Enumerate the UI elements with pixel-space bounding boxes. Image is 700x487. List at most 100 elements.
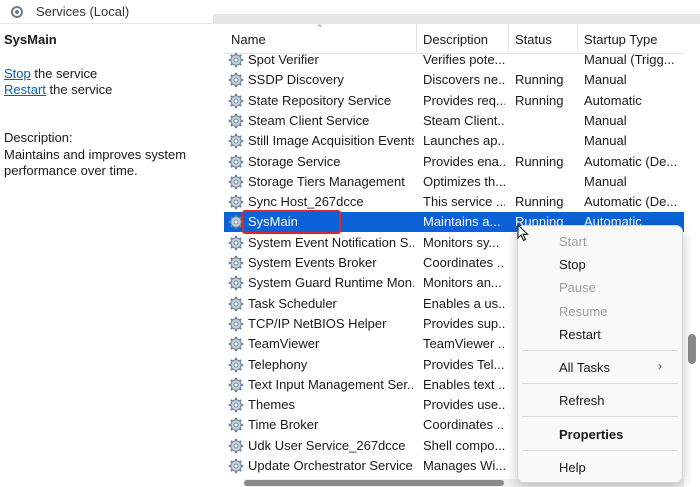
description-text: Maintains and improves system performanc… [4,147,187,178]
menu-separator [522,383,678,384]
menu-item-stop[interactable]: Stop [559,257,586,272]
gear-icon [228,397,244,413]
gear-icon [228,418,244,433]
restart-service-link[interactable]: Restart [4,82,46,97]
selected-service-name: SysMain [4,32,57,47]
services-icon [11,6,23,18]
menu-item-pause[interactable]: Pause [559,280,596,295]
gear-icon [228,357,244,372]
stop-suffix: the service [30,66,98,81]
service-name: Storage Service [248,153,341,169]
column-divider[interactable] [577,24,578,52]
gear-icon [228,255,244,271]
column-header-startup-type[interactable]: Startup Type [584,32,657,47]
gear-icon [228,154,244,169]
menu-item-restart[interactable]: Restart [559,327,601,342]
service-description: Manages Wi... [423,458,505,473]
description-label: Description: [4,130,73,145]
service-name: Sync Host_267dcce [248,194,364,210]
service-name: System Event Notification S... [248,234,414,250]
service-description: Enables a us... [423,295,505,311]
column-divider[interactable] [508,24,509,52]
service-name: Storage Tiers Management [248,173,405,189]
title-bar: Services (Local) [0,0,700,24]
service-status: Running [515,72,564,88]
gear-icon [228,73,244,88]
chevron-right-icon: › [658,359,662,373]
gear-icon [228,458,244,474]
service-status: Running [515,153,564,169]
service-description: Steam Client... [423,112,505,128]
service-description: Maintains a... [423,214,501,230]
stop-service-link[interactable]: Stop [4,66,31,81]
gear-icon [228,276,244,291]
gear-icon [228,377,244,392]
service-row[interactable]: Steam Client Service Steam Client... Manua… [224,111,684,131]
service-row[interactable]: Storage Service Provides ena... Running Aut… [224,152,684,172]
column-header-description[interactable]: Description [423,32,488,47]
service-description: Coordinates ... [423,417,505,433]
mouse-cursor-icon [517,224,529,242]
horizontal-scroll-thumb[interactable] [244,480,504,486]
menu-item-properties[interactable]: Properties [559,427,623,442]
vertical-scroll-thumb[interactable] [688,334,696,364]
service-description: Provides sup... [423,315,505,331]
service-description: Provides ena... [423,153,505,169]
column-header-status[interactable]: Status [515,32,552,47]
menu-item-refresh[interactable]: Refresh [559,393,605,408]
service-row[interactable]: Spot Verifier Verifies pote... Manual (Tri… [224,50,684,70]
menu-item-resume[interactable]: Resume [559,304,607,319]
service-description: Enables text ... [423,376,505,392]
title-band [213,14,700,24]
restart-action-line: Restart the service [4,82,112,97]
stop-action-line: Stop the service [4,66,97,81]
column-header-name[interactable]: Name [231,32,266,47]
gear-icon [228,194,244,210]
service-row[interactable]: SSDP Discovery Discovers ne... Running Manu… [224,70,684,90]
menu-separator [522,350,678,351]
gear-icon [228,93,244,108]
sysmain-highlight-box [242,210,341,234]
context-menu: Start Stop Pause Resume Restart All Task… [517,225,683,483]
service-startup-type: Manual [584,133,627,149]
gear-icon [228,316,244,332]
restart-suffix: the service [45,82,113,97]
service-description: Provides req... [423,92,505,108]
service-name: TCP/IP NetBIOS Helper [248,315,387,331]
gear-icon [228,336,244,352]
menu-item-start[interactable]: Start [559,234,586,249]
service-description: Provides Tel... [423,356,505,372]
service-row[interactable]: Still Image Acquisition Events Launches a… [224,131,684,151]
service-startup-type: Manual [584,72,627,88]
column-divider[interactable] [416,24,417,52]
service-description: Coordinates ... [423,255,505,270]
service-status: Running [515,92,564,108]
menu-separator [522,450,678,451]
service-name: Udk User Service_267dcce [248,437,406,453]
description-pane: SysMain Stop the service Restart the ser… [0,24,224,487]
gear-icon [228,113,244,129]
service-description: Shell compo... [423,437,505,453]
service-name: Telephony [248,356,308,372]
menu-item-help[interactable]: Help [559,460,586,475]
vertical-scrollbar[interactable] [684,54,700,487]
service-row[interactable]: Storage Tiers Management Optimizes th... M… [224,172,684,192]
service-name: State Repository Service [248,92,392,108]
service-name: Spot Verifier [248,52,319,67]
service-name: System Events Broker [248,255,377,270]
service-startup-type: Manual [584,173,627,189]
service-description: Monitors sy... [423,234,500,250]
gear-icon [228,133,244,149]
service-startup-type: Automatic (De... [584,153,678,169]
service-row[interactable]: State Repository Service Provides req... R… [224,91,684,111]
service-startup-type: Automatic [584,92,642,108]
service-startup-type: Automatic (De... [584,194,678,210]
gear-icon [228,438,244,453]
service-description: Provides use... [423,397,505,413]
service-name: Themes [248,397,295,413]
menu-separator [522,416,678,417]
service-name: System Guard Runtime Mon... [248,275,414,291]
menu-item-all-tasks[interactable]: All Tasks [559,360,610,375]
service-name: SSDP Discovery [248,72,344,88]
window-title: Services (Local) [36,4,130,19]
